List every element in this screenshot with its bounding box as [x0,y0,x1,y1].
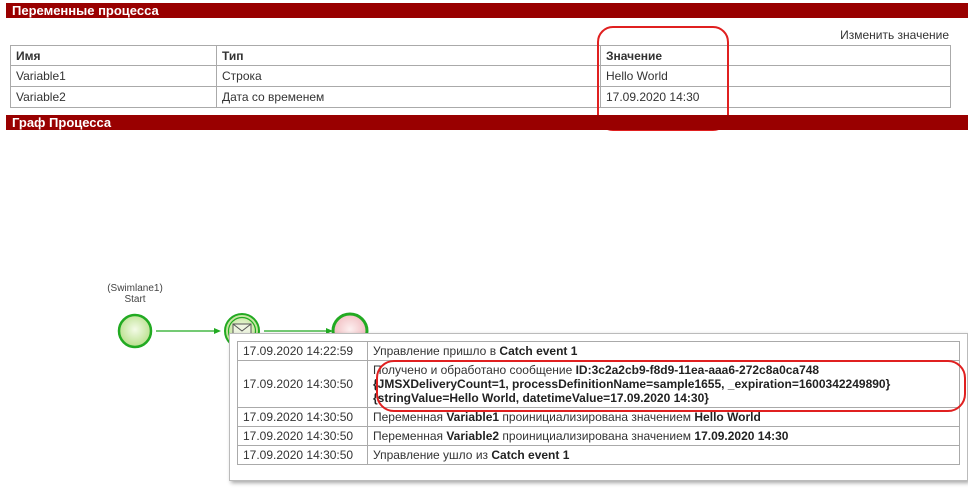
log-message: Переменная Variable1 проинициализирована… [367,407,960,427]
log-row: 17.09.2020 14:22:59 Управление пришло в … [237,341,960,361]
variable-name-cell: Variable1 [10,65,217,87]
log-timestamp: 17.09.2020 14:30:50 [237,360,368,408]
section-header-process-graph: Граф Процесса [6,115,968,130]
log-message: Переменная Variable2 проинициализирована… [367,426,960,446]
variable-value-cell: 17.09.2020 14:30 [600,86,951,108]
start-event-node[interactable] [117,313,153,349]
arrowhead-icon [214,328,221,334]
column-header-type: Тип [216,45,601,66]
table-row: Variable2 Дата со временем 17.09.2020 14… [10,86,951,108]
table-header-row: Имя Тип Значение [10,45,951,66]
log-bold-text: Catch event 1 [499,344,578,358]
table-row: Variable1 Строка Hello World [10,65,951,87]
variable-value-cell: Hello World [600,65,951,87]
swimlane-label: (Swimlane1) [107,283,163,294]
log-row: 17.09.2020 14:30:50 Переменная Variable1… [237,407,960,427]
log-row: 17.09.2020 14:30:50 Управление ушло из C… [237,445,960,465]
variables-table: Имя Тип Значение Variable1 Строка Hello … [10,45,951,108]
execution-log-tooltip: 17.09.2020 14:22:59 Управление пришло в … [229,333,968,481]
column-header-value: Значение [600,45,951,66]
message-id: ID:3c2a2cb9-f8d9-11ea-aaa6-272c8a0ca748 [575,363,820,377]
log-timestamp: 17.09.2020 14:30:50 [237,426,368,446]
log-timestamp: 17.09.2020 14:30:50 [237,407,368,427]
message-payload: {stringValue=Hello World, datetimeValue=… [373,391,709,405]
log-message: Получено и обработано сообщение ID:3c2a2… [367,360,960,408]
execution-log-table: 17.09.2020 14:22:59 Управление пришло в … [237,341,960,465]
log-timestamp: 17.09.2020 14:22:59 [237,341,368,361]
message-headers: {JMSXDeliveryCount=1, processDefinitionN… [373,377,891,391]
column-header-name: Имя [10,45,217,66]
log-message: Управление пришло в Catch event 1 [367,341,960,361]
variable-type-cell: Дата со временем [216,86,601,108]
variable-name-cell: Variable2 [10,86,217,108]
section-header-process-variables: Переменные процесса [6,3,968,18]
log-row: 17.09.2020 14:30:50 Переменная Variable2… [237,426,960,446]
edit-value-link[interactable]: Изменить значение [840,28,949,42]
log-row: 17.09.2020 14:30:50 Получено и обработан… [237,360,960,408]
log-message: Управление ушло из Catch event 1 [367,445,960,465]
log-timestamp: 17.09.2020 14:30:50 [237,445,368,465]
variable-type-cell: Строка [216,65,601,87]
